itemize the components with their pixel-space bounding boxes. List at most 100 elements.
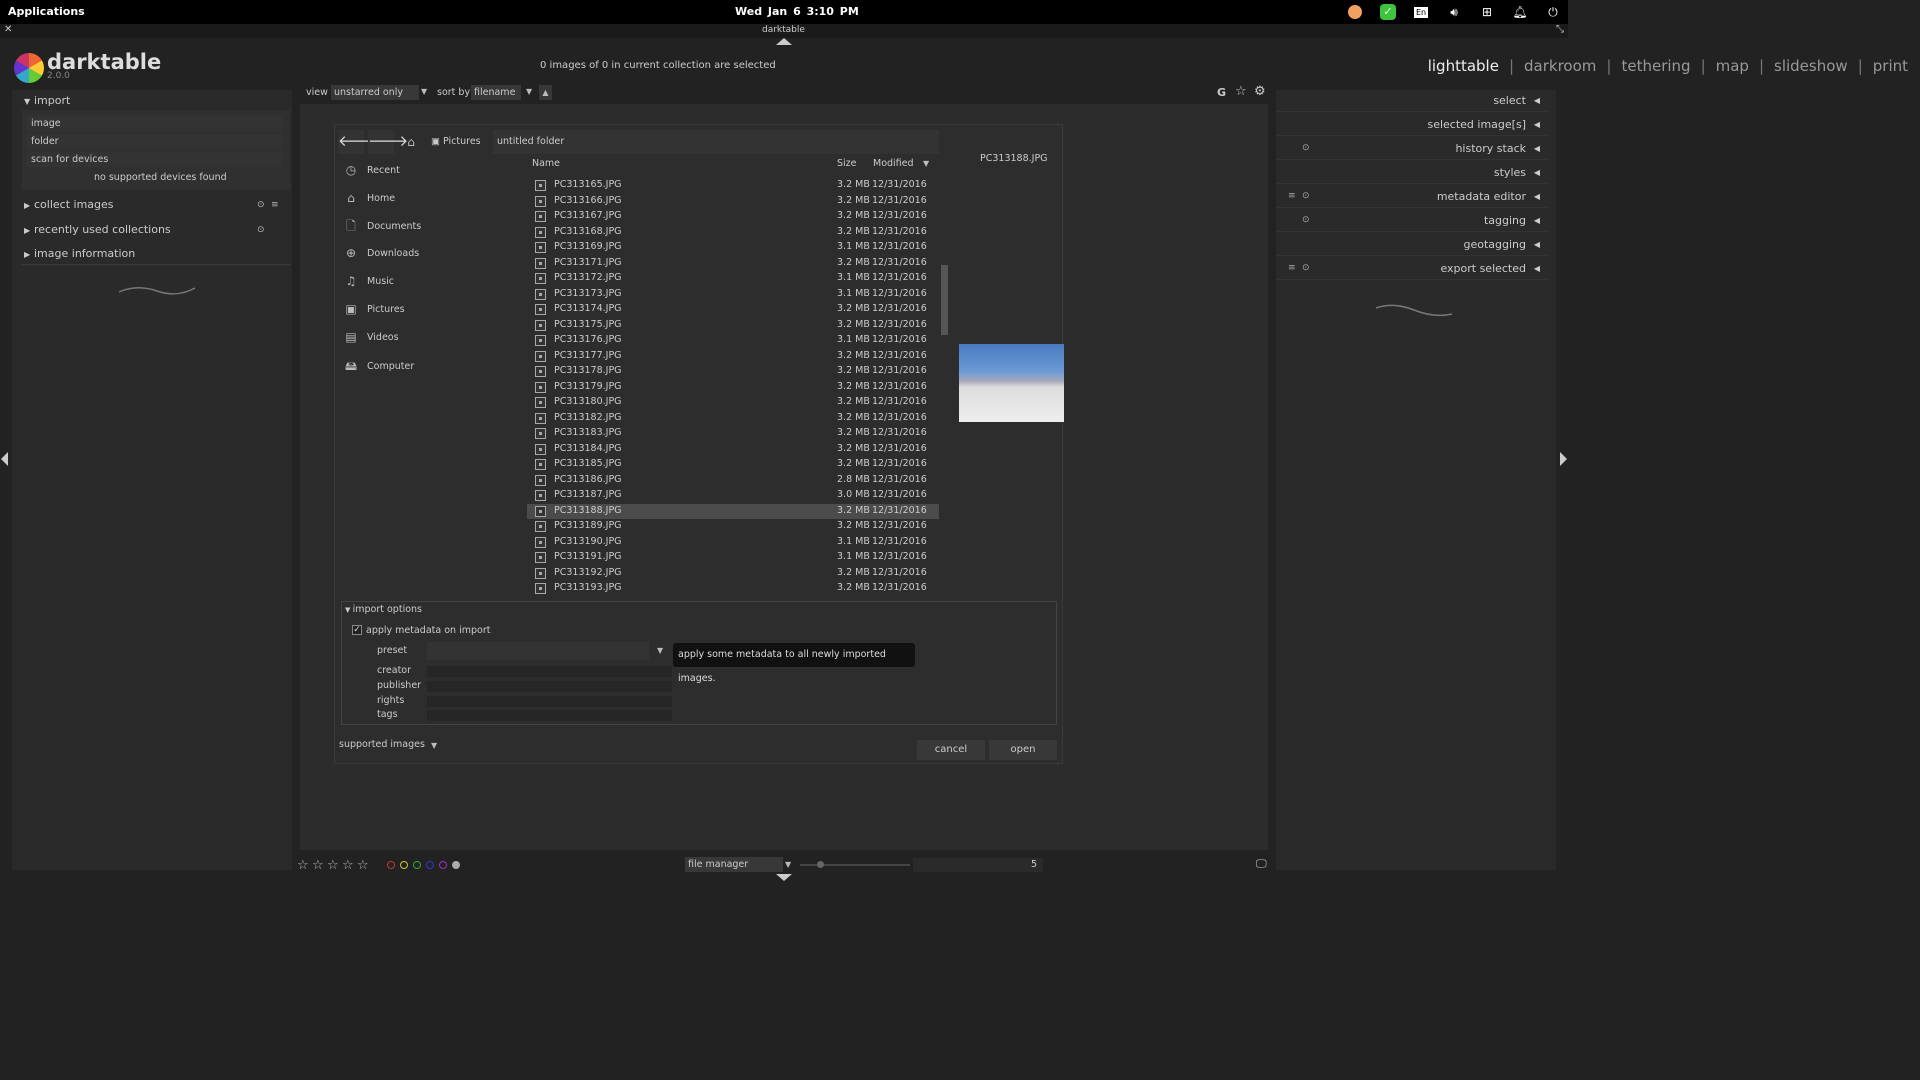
file-list[interactable]: PC313165.JPG 3.2 MB 12/31/2016 PC313166.JPG… — [527, 178, 939, 598]
view-map[interactable]: map — [1716, 57, 1749, 75]
file-row[interactable]: PC313187.JPG 3.0 MB 12/31/2016 — [527, 488, 939, 503]
select-module[interactable]: select ◀ — [1276, 90, 1548, 112]
file-row[interactable]: PC313186.JPG 2.8 MB 12/31/2016 — [527, 473, 939, 488]
file-row[interactable]: PC313179.JPG 3.2 MB 12/31/2016 — [527, 380, 939, 395]
file-row[interactable]: PC313193.JPG 3.2 MB 12/31/2016 — [527, 581, 939, 596]
file-row[interactable]: PC313172.JPG 3.1 MB 12/31/2016 — [527, 271, 939, 286]
selected-images-module[interactable]: selected image[s] ◀ — [1276, 114, 1548, 136]
reset-icon[interactable]: ⊙ — [1302, 215, 1310, 225]
monitor-icon[interactable]: 🖵 — [1256, 857, 1267, 871]
file-row[interactable]: PC313192.JPG 3.2 MB 12/31/2016 — [527, 566, 939, 581]
network-icon[interactable]: ⊞ — [1478, 3, 1496, 21]
metadata-editor-module[interactable]: ≡ ⊙ metadata editor ◀ — [1276, 186, 1548, 208]
sort-by-dropdown[interactable]: filename — [471, 85, 521, 100]
file-row[interactable]: PC313177.JPG 3.2 MB 12/31/2016 — [527, 349, 939, 364]
file-row[interactable]: PC313185.JPG 3.2 MB 12/31/2016 — [527, 457, 939, 472]
apply-metadata-checkbox[interactable]: ✓ — [352, 625, 362, 635]
rating-star-icon[interactable]: ☆ — [327, 858, 339, 873]
file-row[interactable]: PC313169.JPG 3.1 MB 12/31/2016 — [527, 240, 939, 255]
open-button[interactable]: open — [989, 740, 1057, 760]
reset-icon[interactable]: ⊙ — [257, 200, 265, 210]
color-label-icon[interactable] — [426, 861, 434, 869]
place-downloads[interactable]: ⊕ Downloads — [343, 243, 419, 263]
right-panel-toggle-arrow[interactable] — [1560, 452, 1567, 466]
file-row[interactable]: PC313176.JPG 3.1 MB 12/31/2016 — [527, 333, 939, 348]
color-label-icon[interactable] — [413, 861, 421, 869]
grouping-g-button[interactable]: G — [1217, 86, 1226, 99]
file-type-filter[interactable]: supported images — [339, 739, 425, 750]
color-label-icon[interactable] — [387, 861, 395, 869]
file-row[interactable]: PC313166.JPG 3.2 MB 12/31/2016 — [527, 194, 939, 209]
file-row[interactable]: PC313189.JPG 3.2 MB 12/31/2016 — [527, 519, 939, 534]
view-slideshow[interactable]: slideshow — [1774, 57, 1848, 75]
zoom-entry[interactable] — [913, 858, 1043, 872]
creator-field[interactable] — [427, 666, 672, 677]
history-stack-module[interactable]: ⊙ history stack ◀ — [1276, 138, 1548, 160]
forward-arrow-icon[interactable]: 🡒 — [368, 130, 408, 154]
rights-field[interactable] — [427, 696, 672, 707]
maximize-icon[interactable]: ⤡ — [1556, 24, 1564, 35]
check-icon[interactable]: ✓ — [1379, 3, 1397, 21]
sort-descending-icon[interactable]: ▼ — [923, 159, 929, 168]
view-print[interactable]: print — [1873, 57, 1908, 75]
place-computer[interactable]: 🖴 Computer — [343, 356, 414, 376]
file-row[interactable]: PC313174.JPG 3.2 MB 12/31/2016 — [527, 302, 939, 317]
file-row[interactable]: PC313167.JPG 3.2 MB 12/31/2016 — [527, 209, 939, 224]
gear-icon[interactable]: ⚙ — [1254, 84, 1266, 99]
file-row[interactable]: PC313173.JPG 3.1 MB 12/31/2016 — [527, 287, 939, 302]
dropdown-arrow-icon[interactable]: ▼ — [657, 646, 663, 655]
scan-devices-button[interactable]: scan for devices — [26, 152, 282, 167]
file-row[interactable]: PC313190.JPG 3.1 MB 12/31/2016 — [527, 535, 939, 550]
file-row[interactable]: PC313171.JPG 3.2 MB 12/31/2016 — [527, 256, 939, 271]
import-image-button[interactable]: image — [26, 116, 282, 131]
zoom-slider-handle[interactable] — [817, 861, 824, 868]
reset-icon[interactable]: ⊙ — [1302, 191, 1310, 201]
place-videos[interactable]: ▤ Videos — [343, 327, 398, 347]
import-folder-button[interactable]: folder — [26, 134, 282, 149]
file-row[interactable]: PC313175.JPG 3.2 MB 12/31/2016 — [527, 318, 939, 333]
place-home[interactable]: ⌂ Home — [343, 188, 395, 208]
rating-star-icon[interactable]: ☆ — [357, 858, 369, 873]
column-size-header[interactable]: Size — [837, 158, 857, 169]
night-light-icon[interactable] — [1346, 3, 1364, 21]
tags-field[interactable] — [427, 710, 672, 721]
home-icon[interactable]: ⌂ — [399, 130, 423, 154]
clock[interactable]: Wed Jan 6 3:10 PM — [735, 5, 859, 18]
bottom-panel-collapse-arrow[interactable] — [776, 874, 792, 881]
file-row[interactable]: PC313165.JPG 3.2 MB 12/31/2016 — [527, 178, 939, 193]
place-recent[interactable]: ◷ Recent — [343, 160, 400, 180]
view-lighttable[interactable]: lighttable — [1428, 57, 1499, 75]
presets-menu-icon[interactable]: ≡ — [271, 200, 279, 210]
view-tethering[interactable]: tethering — [1621, 57, 1690, 75]
view-darkroom[interactable]: darkroom — [1524, 57, 1596, 75]
power-icon[interactable]: ⏻ — [1544, 3, 1562, 21]
sort-order-icon[interactable]: ▲ — [539, 85, 552, 100]
reset-icon[interactable]: ⊙ — [1302, 143, 1310, 153]
file-row[interactable]: PC313188.JPG 3.2 MB 12/31/2016 — [527, 503, 939, 519]
file-row[interactable]: PC313184.JPG 3.2 MB 12/31/2016 — [527, 442, 939, 457]
image-information-header[interactable]: ▶ image information — [24, 247, 135, 260]
close-window-icon[interactable]: ✕ — [4, 24, 12, 35]
import-section-header[interactable]: ▼ import — [24, 94, 70, 107]
file-list-scrollbar[interactable] — [941, 265, 948, 335]
styles-module[interactable]: styles ◀ — [1276, 162, 1548, 184]
file-row[interactable]: PC313182.JPG 3.2 MB 12/31/2016 — [527, 411, 939, 426]
top-panel-collapse-arrow[interactable] — [776, 38, 792, 45]
preset-dropdown[interactable] — [427, 642, 649, 660]
path-pictures-button[interactable]: ▣ Pictures — [431, 130, 481, 154]
reset-icon[interactable]: ⊙ — [1302, 263, 1310, 273]
color-label-icon[interactable] — [400, 861, 408, 869]
collect-images-header[interactable]: ▶ collect images — [24, 198, 114, 211]
column-modified-header[interactable]: Modified — [873, 158, 914, 169]
notification-bell-icon[interactable]: 🔔︎ — [1511, 3, 1529, 21]
volume-icon[interactable]: 🔊︎ — [1445, 3, 1463, 21]
geotagging-module[interactable]: geotagging ◀ — [1276, 234, 1548, 256]
layout-dropdown[interactable]: file manager — [685, 857, 783, 872]
recently-used-collections-header[interactable]: ▶ recently used collections — [24, 223, 171, 236]
column-name-header[interactable]: Name — [532, 158, 560, 169]
export-selected-module[interactable]: ≡ ⊙ export selected ◀ — [1276, 258, 1548, 280]
rating-star-icon[interactable]: ☆ — [312, 858, 324, 873]
presets-menu-icon[interactable]: ≡ — [1288, 191, 1296, 201]
file-row[interactable]: PC313191.JPG 3.1 MB 12/31/2016 — [527, 550, 939, 565]
place-documents[interactable]: 🗋 Documents — [343, 216, 421, 236]
